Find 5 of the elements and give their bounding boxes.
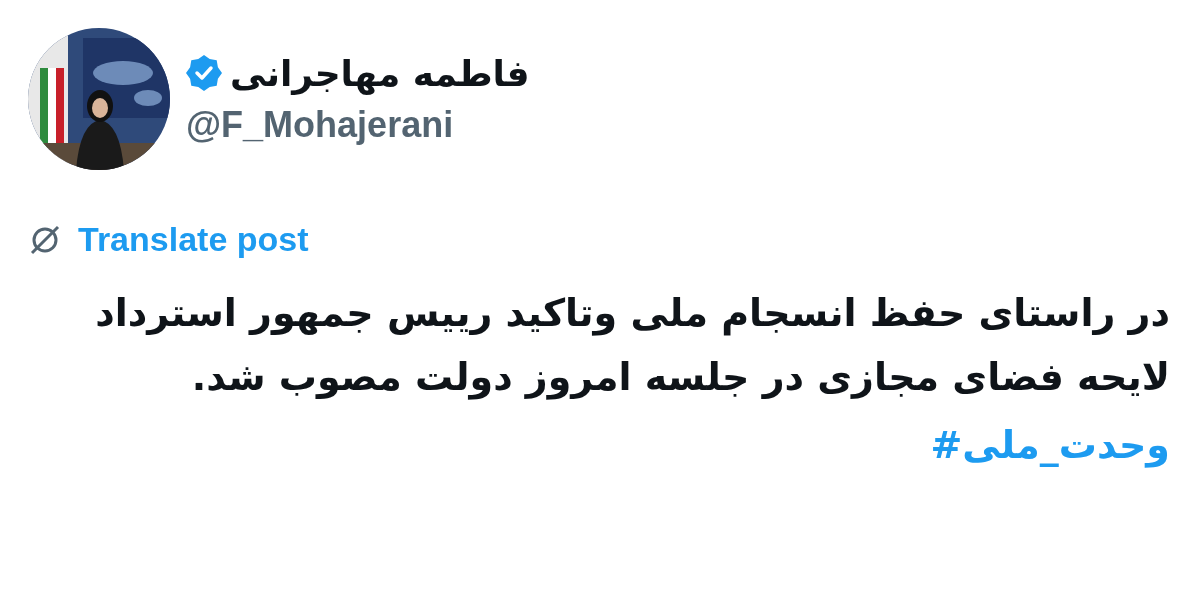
post-text: در راستای حفظ انسجام ملی وتاکید رییس جمهور استرداد لایحه فضای مجازی در جلسه امروز دولت مصوب شد. <box>94 290 1170 402</box>
hashtag-link[interactable]: #وحدت_ملی <box>930 423 1170 467</box>
user-handle: @F_Mohajerani <box>186 103 455 147</box>
translate-link[interactable]: Translate post <box>78 214 309 265</box>
user-name: فاطمه مهاجرانی <box>230 51 530 95</box>
